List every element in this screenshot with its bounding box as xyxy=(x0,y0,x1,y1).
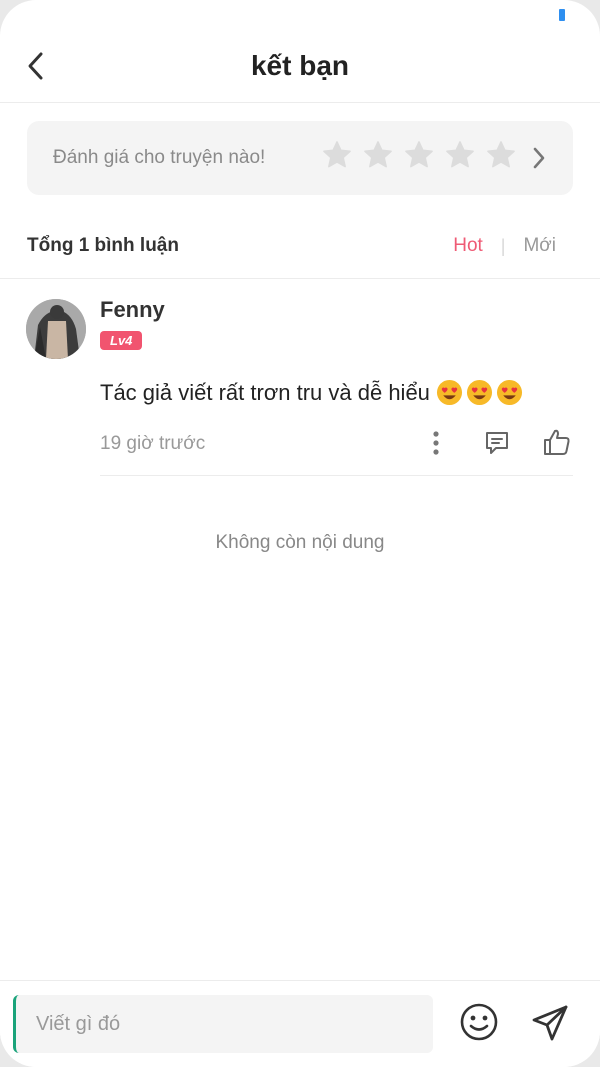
comment-body: Tác giả viết rất trơn tru và dễ hiểu xyxy=(100,379,523,406)
like-button[interactable] xyxy=(540,425,574,459)
comments-screen: kết bạn Đánh giá cho truyện nào! Tổng 1 … xyxy=(0,0,600,1067)
avatar-image xyxy=(26,299,86,359)
end-of-list-message: Không còn nội dung xyxy=(215,532,385,553)
star-icon[interactable] xyxy=(485,139,517,171)
comment-total: Tổng 1 bình luận xyxy=(27,235,179,256)
send-button[interactable] xyxy=(528,1001,572,1045)
smile-icon xyxy=(460,1003,498,1041)
comment-divider xyxy=(100,475,573,476)
avatar[interactable] xyxy=(26,299,86,359)
heart-eyes-emoji-icon xyxy=(496,379,522,406)
rating-prompt: Đánh giá cho truyện nào! xyxy=(53,147,266,168)
page-title: kết bạn xyxy=(250,50,350,81)
status-indicator xyxy=(559,9,565,21)
comment-item: Fenny Lv4 Tác giả viết rất trơn tru và d… xyxy=(0,279,600,476)
comment-text: Tác giả viết rất trơn tru và dễ hiểu xyxy=(100,379,430,405)
star-icon[interactable] xyxy=(444,139,476,171)
send-icon xyxy=(532,1005,568,1041)
tab-separator: | xyxy=(500,235,506,256)
star-rating[interactable] xyxy=(321,139,517,171)
star-icon[interactable] xyxy=(403,139,435,171)
sort-tabs: Hot | Mới xyxy=(453,235,556,257)
reply-button[interactable] xyxy=(481,427,513,459)
comment-composer xyxy=(0,980,600,1067)
rate-story-bar[interactable]: Đánh giá cho truyện nào! xyxy=(27,121,573,195)
comment-timestamp: 19 giờ trước xyxy=(100,433,206,454)
comment-username[interactable]: Fenny xyxy=(100,297,165,323)
top-header: kết bạn xyxy=(0,34,600,103)
thumbs-up-icon xyxy=(544,429,570,455)
tab-hot[interactable]: Hot xyxy=(453,235,483,257)
comment-input[interactable] xyxy=(13,995,433,1053)
emoji-group xyxy=(436,379,523,406)
level-badge: Lv4 xyxy=(100,331,143,350)
more-vertical-icon xyxy=(433,431,439,455)
reply-icon xyxy=(486,432,508,454)
heart-eyes-emoji-icon xyxy=(466,379,492,406)
tab-new[interactable]: Mới xyxy=(523,235,556,257)
star-icon[interactable] xyxy=(362,139,394,171)
star-icon[interactable] xyxy=(321,139,353,171)
heart-eyes-emoji-icon xyxy=(436,379,462,406)
comments-summary-bar: Tổng 1 bình luận Hot | Mới xyxy=(0,218,600,279)
chevron-right-icon xyxy=(533,147,545,169)
more-options-button[interactable] xyxy=(422,429,450,457)
emoji-button[interactable] xyxy=(458,1001,500,1043)
